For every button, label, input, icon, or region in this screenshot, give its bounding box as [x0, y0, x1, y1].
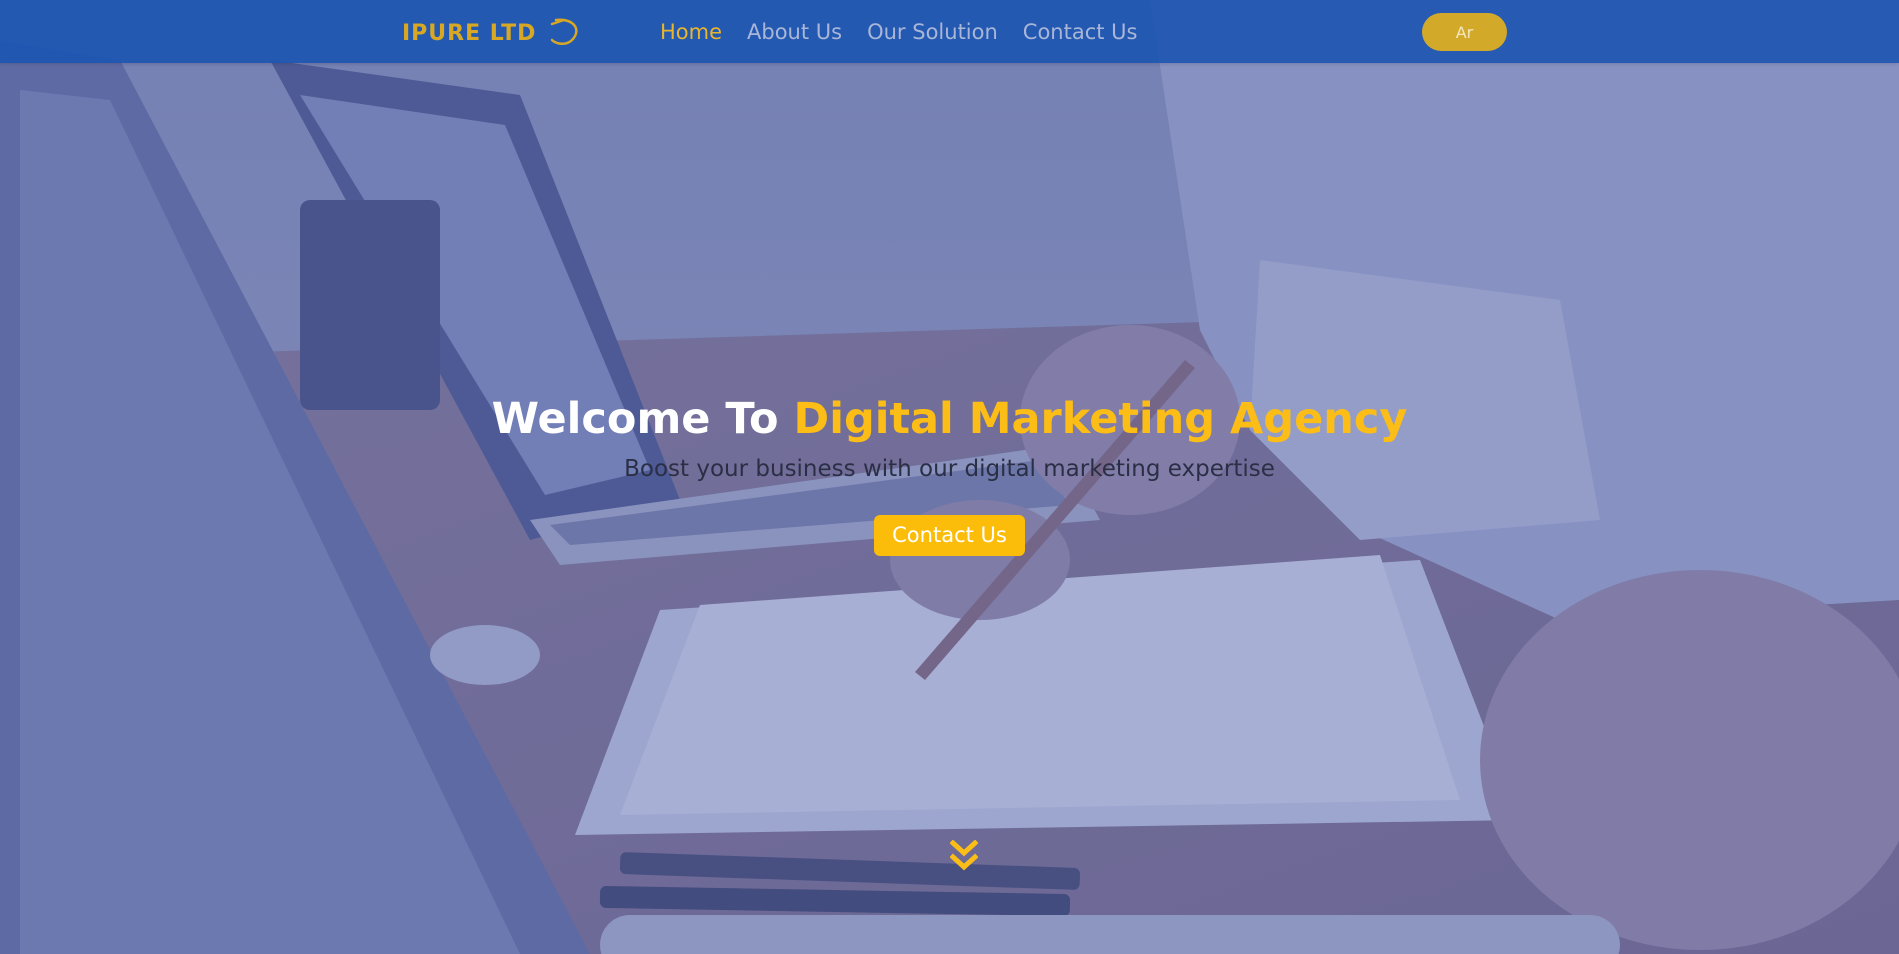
page: IPURE LTD Home About Us Our Solution Con…: [0, 0, 1899, 954]
nav-link-contact-us[interactable]: Contact Us: [1023, 20, 1138, 44]
double-chevron-down-icon[interactable]: [950, 840, 978, 874]
nav-link-home[interactable]: Home: [660, 20, 722, 44]
hero-section: Welcome To Digital Marketing Agency Boos…: [0, 388, 1899, 556]
site-logo[interactable]: IPURE LTD: [402, 18, 578, 48]
language-toggle-button[interactable]: Ar: [1422, 13, 1507, 51]
nav-link-about-us[interactable]: About Us: [747, 20, 842, 44]
logo-swoosh-icon: [550, 18, 578, 45]
hero-title-prefix: Welcome To: [491, 394, 794, 444]
logo-text: IPURE LTD: [402, 20, 537, 46]
top-navbar: IPURE LTD Home About Us Our Solution Con…: [0, 0, 1899, 63]
hero-contact-button[interactable]: Contact Us: [874, 515, 1025, 556]
hero-title: Welcome To Digital Marketing Agency: [0, 388, 1899, 450]
main-nav: Home About Us Our Solution Contact Us: [660, 0, 1163, 63]
hero-subtitle: Boost your business with our digital mar…: [624, 456, 1275, 482]
hero-title-highlight: Digital Marketing Agency: [793, 394, 1408, 444]
nav-link-our-solution[interactable]: Our Solution: [867, 20, 998, 44]
